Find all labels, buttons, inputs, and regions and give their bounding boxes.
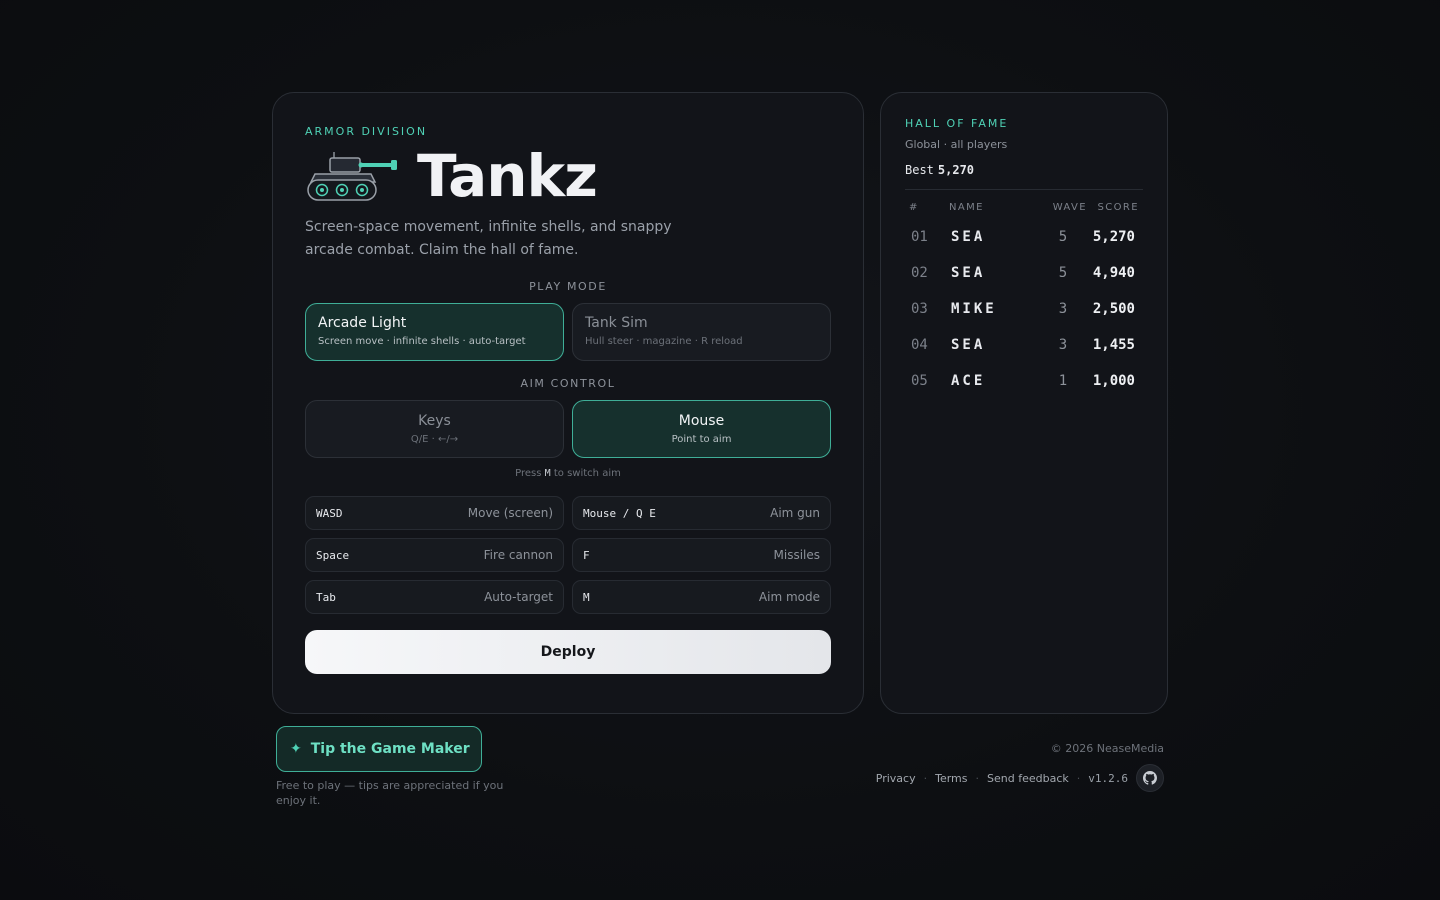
control-key: M xyxy=(583,590,590,604)
best-value: 5,270 xyxy=(937,163,975,177)
control-item: Mouse / Q E Aim gun xyxy=(572,496,831,530)
divider xyxy=(905,189,1143,190)
control-item: Space Fire cannon xyxy=(305,538,564,572)
leaderboard-row: 03 MIKE 3 2,500 xyxy=(905,291,1143,327)
hall-of-fame-scope: Global · all players xyxy=(905,138,1008,151)
controls-grid: WASD Move (screen) Mouse / Q E Aim gun S… xyxy=(305,496,831,614)
footer-links: Privacy · Terms · Send feedback · v1.2.6 xyxy=(876,764,1164,792)
row-rank: 05 xyxy=(911,373,928,389)
control-key: Mouse / Q E xyxy=(583,506,656,520)
game-title: Tankz xyxy=(417,142,598,210)
row-wave: 1 xyxy=(1058,373,1068,389)
leaderboard-row: 02 SEA 5 4,940 xyxy=(905,255,1143,291)
score-column-header: SCORE xyxy=(1097,202,1139,213)
setup-panel: ARMOR DIVISION Tankz Screen-space moveme… xyxy=(272,92,864,714)
copyright: © 2026 NeaseMedia xyxy=(1050,742,1164,755)
row-wave: 5 xyxy=(1058,265,1068,281)
control-action: Move (screen) xyxy=(467,506,553,520)
hint-suffix: to switch aim xyxy=(553,468,621,479)
leaderboard-row: 04 SEA 3 1,455 xyxy=(905,327,1143,363)
mode-description: Screen move · infinite shells · auto-tar… xyxy=(318,336,526,347)
github-icon[interactable] xyxy=(1136,764,1164,792)
play-mode-options: Arcade Light Screen move · infinite shel… xyxy=(305,303,831,361)
control-action: Aim mode xyxy=(758,590,820,604)
terms-link[interactable]: Terms xyxy=(935,772,967,785)
control-item: Tab Auto-target xyxy=(305,580,564,614)
aim-control-label: AIM CONTROL xyxy=(520,377,616,390)
mode-title: Tank Sim xyxy=(585,315,648,331)
row-name: ACE xyxy=(951,373,986,389)
privacy-link[interactable]: Privacy xyxy=(876,772,916,785)
row-rank: 04 xyxy=(911,337,928,353)
control-key: WASD xyxy=(316,506,343,520)
aim-switch-hint: Press M to switch aim xyxy=(305,468,831,479)
row-score: 1,000 xyxy=(1092,373,1135,389)
row-score: 4,940 xyxy=(1092,265,1135,281)
mode-description: Hull steer · magazine · R reload xyxy=(585,336,743,347)
separator: · xyxy=(975,771,980,785)
control-key: Tab xyxy=(316,590,336,604)
aim-title: Mouse xyxy=(678,413,725,429)
deploy-button[interactable]: Deploy xyxy=(305,630,831,674)
row-rank: 01 xyxy=(911,229,928,245)
control-action: Missiles xyxy=(773,548,821,562)
eyebrow-label: ARMOR DIVISION xyxy=(305,125,428,138)
github-glyph-icon xyxy=(1143,771,1157,785)
row-wave: 3 xyxy=(1058,301,1068,317)
aim-title: Keys xyxy=(418,413,451,429)
aim-keys-button[interactable]: Keys Q/E · ←/→ xyxy=(305,400,564,458)
wave-column-header: WAVE xyxy=(1052,202,1087,213)
play-mode-arcade-light-button[interactable]: Arcade Light Screen move · infinite shel… xyxy=(305,303,564,361)
rank-column-header: # xyxy=(909,202,919,213)
row-score: 2,500 xyxy=(1092,301,1135,317)
aim-description: Point to aim xyxy=(671,434,732,445)
control-item: WASD Move (screen) xyxy=(305,496,564,530)
control-item: M Aim mode xyxy=(572,580,831,614)
leaderboard-header: # NAME WAVE SCORE xyxy=(905,202,1143,213)
aim-control-options: Keys Q/E · ←/→ Mouse Point to aim xyxy=(305,400,831,458)
row-name: MIKE xyxy=(951,301,997,317)
hint-key: M xyxy=(544,468,551,479)
play-mode-tank-sim-button[interactable]: Tank Sim Hull steer · magazine · R reloa… xyxy=(572,303,831,361)
control-action: Aim gun xyxy=(770,506,820,520)
control-key: F xyxy=(583,548,590,562)
mode-title: Arcade Light xyxy=(318,315,407,331)
control-item: F Missiles xyxy=(572,538,831,572)
control-action: Auto-target xyxy=(484,590,553,604)
tip-label: Tip the Game Maker xyxy=(310,741,470,757)
hall-of-fame-title: HALL OF FAME xyxy=(905,117,1009,130)
row-score: 5,270 xyxy=(1092,229,1135,245)
aim-mouse-button[interactable]: Mouse Point to aim xyxy=(572,400,831,458)
hint-prefix: Press xyxy=(515,468,542,479)
sparkle-icon: ✦ xyxy=(290,741,302,757)
tip-note: Free to play — tips are appreciated if y… xyxy=(276,779,504,807)
row-name: SEA xyxy=(951,265,986,281)
row-rank: 03 xyxy=(911,301,928,317)
control-action: Fire cannon xyxy=(483,548,553,562)
tip-game-maker-button[interactable]: ✦ Tip the Game Maker xyxy=(276,726,482,772)
row-wave: 3 xyxy=(1058,337,1068,353)
game-description: Screen-space movement, infinite shells, … xyxy=(305,219,672,258)
row-wave: 5 xyxy=(1058,229,1068,245)
best-score: Best 5,270 xyxy=(905,163,1143,177)
version-label: v1.2.6 xyxy=(1088,771,1128,785)
row-name: SEA xyxy=(951,337,986,353)
leaderboard-list: 01 SEA 5 5,270 02 SEA 5 4,940 03 MIKE 3 … xyxy=(905,219,1143,399)
title-row: Tankz xyxy=(305,142,831,210)
aim-description: Q/E · ←/→ xyxy=(410,434,459,445)
hall-of-fame-panel: HALL OF FAME Global · all players Best 5,… xyxy=(880,92,1168,714)
separator: · xyxy=(923,771,928,785)
leaderboard-row: 01 SEA 5 5,270 xyxy=(905,219,1143,255)
best-label: Best xyxy=(905,163,934,177)
leaderboard-row: 05 ACE 1 1,000 xyxy=(905,363,1143,399)
row-name: SEA xyxy=(951,229,986,245)
row-rank: 02 xyxy=(911,265,928,281)
separator: · xyxy=(1076,771,1081,785)
row-score: 1,455 xyxy=(1092,337,1135,353)
tank-logo-icon xyxy=(307,152,397,201)
send-feedback-link[interactable]: Send feedback xyxy=(987,772,1069,785)
name-column-header: NAME xyxy=(949,202,984,213)
play-mode-label: PLAY MODE xyxy=(529,280,607,293)
control-key: Space xyxy=(316,548,350,562)
